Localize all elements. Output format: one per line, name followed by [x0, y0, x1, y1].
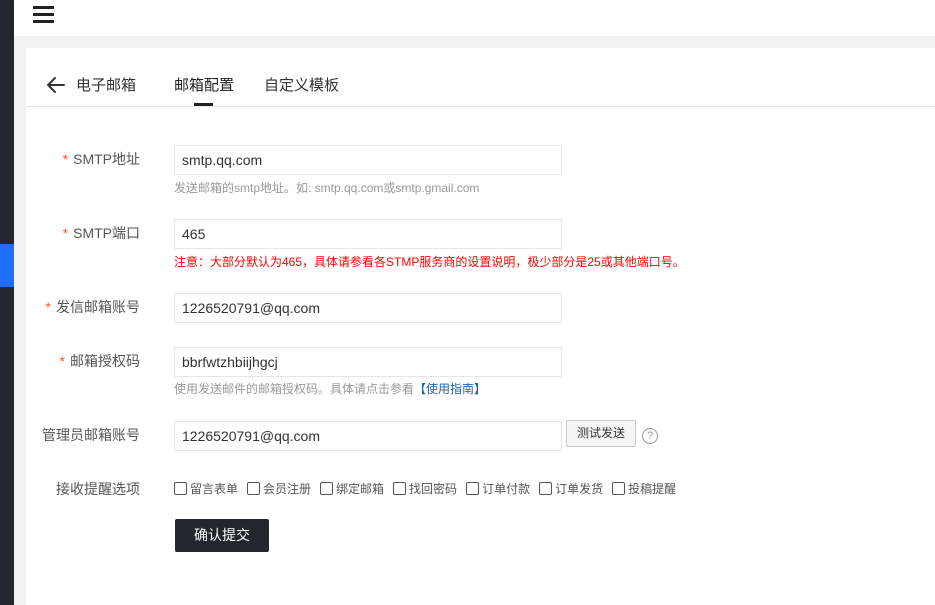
- checkbox-recover-password[interactable]: 找回密码: [393, 480, 457, 497]
- smtp-host-label: * SMTP地址: [62, 151, 140, 167]
- tab-mail-config[interactable]: 邮箱配置: [174, 74, 234, 95]
- notify-options-group: 留言表单 会员注册 绑定邮箱 找回密码 订单付款 订单发货 投稿提醒: [174, 478, 685, 498]
- auth-code-label: * 邮箱授权码: [59, 353, 140, 369]
- required-mark: *: [59, 353, 65, 369]
- checkbox-message-form[interactable]: 留言表单: [174, 480, 238, 497]
- question-circle-icon[interactable]: ?: [642, 428, 658, 444]
- left-sidebar: [0, 0, 14, 605]
- checkbox-square[interactable]: [174, 481, 187, 495]
- smtp-port-label: * SMTP端口: [62, 225, 140, 241]
- usage-guide-link[interactable]: 【使用指南】: [414, 382, 486, 396]
- page-title: 电子邮箱: [76, 77, 137, 94]
- admin-account-label: 管理员邮箱账号: [42, 427, 140, 443]
- sidebar-active-item[interactable]: [0, 244, 14, 287]
- sender-account-input[interactable]: [174, 293, 562, 323]
- hamburger-menu-icon[interactable]: [33, 3, 54, 23]
- smtp-port-input[interactable]: [174, 219, 562, 249]
- admin-account-input[interactable]: [174, 421, 562, 451]
- required-mark: *: [62, 225, 69, 241]
- tab-bar: 电子邮箱 邮箱配置 自定义模板: [26, 48, 935, 107]
- required-mark: *: [45, 299, 51, 315]
- submit-button[interactable]: 确认提交: [175, 519, 269, 552]
- arrow-left-icon[interactable]: [46, 76, 66, 94]
- auth-code-tip: 使用发送邮件的邮箱授权码。具体请点击参看【使用指南】: [174, 382, 487, 396]
- checkbox-square[interactable]: [393, 481, 407, 495]
- auth-code-input[interactable]: [174, 347, 562, 377]
- checkbox-square[interactable]: [247, 481, 261, 495]
- checkbox-square[interactable]: [539, 481, 553, 495]
- checkbox-square[interactable]: [612, 481, 626, 495]
- checkbox-square[interactable]: [320, 481, 334, 495]
- checkbox-order-payment[interactable]: 订单付款: [466, 480, 530, 497]
- sender-account-label: * 发信邮箱账号: [45, 299, 140, 315]
- checkbox-submission-reminder[interactable]: 投稿提醒: [612, 480, 676, 497]
- smtp-host-input[interactable]: [174, 145, 562, 175]
- smtp-port-warning: 注意：大部分默认为465，具体请参看各STMP服务商的设置说明，极少部分是25或…: [174, 255, 685, 269]
- tab-custom-template[interactable]: 自定义模板: [264, 74, 339, 95]
- notify-options-label: 接收提醒选项: [56, 481, 140, 497]
- test-send-button[interactable]: 测试发送: [566, 420, 636, 447]
- smtp-host-tip: 发送邮箱的smtp地址。如: smtp.qq.com或smtp.gmail.co…: [174, 181, 480, 195]
- checkbox-bind-email[interactable]: 绑定邮箱: [320, 480, 384, 497]
- active-tab-indicator: [194, 103, 213, 106]
- settings-card: 电子邮箱 邮箱配置 自定义模板 *SMTP地址 发送邮箱的smtp地址。如: s…: [26, 48, 935, 605]
- checkbox-order-shipment[interactable]: 订单发货: [539, 480, 603, 497]
- top-header: [14, 0, 935, 36]
- required-mark: *: [62, 151, 69, 167]
- checkbox-member-register[interactable]: 会员注册: [247, 480, 311, 497]
- checkbox-square[interactable]: [466, 481, 480, 495]
